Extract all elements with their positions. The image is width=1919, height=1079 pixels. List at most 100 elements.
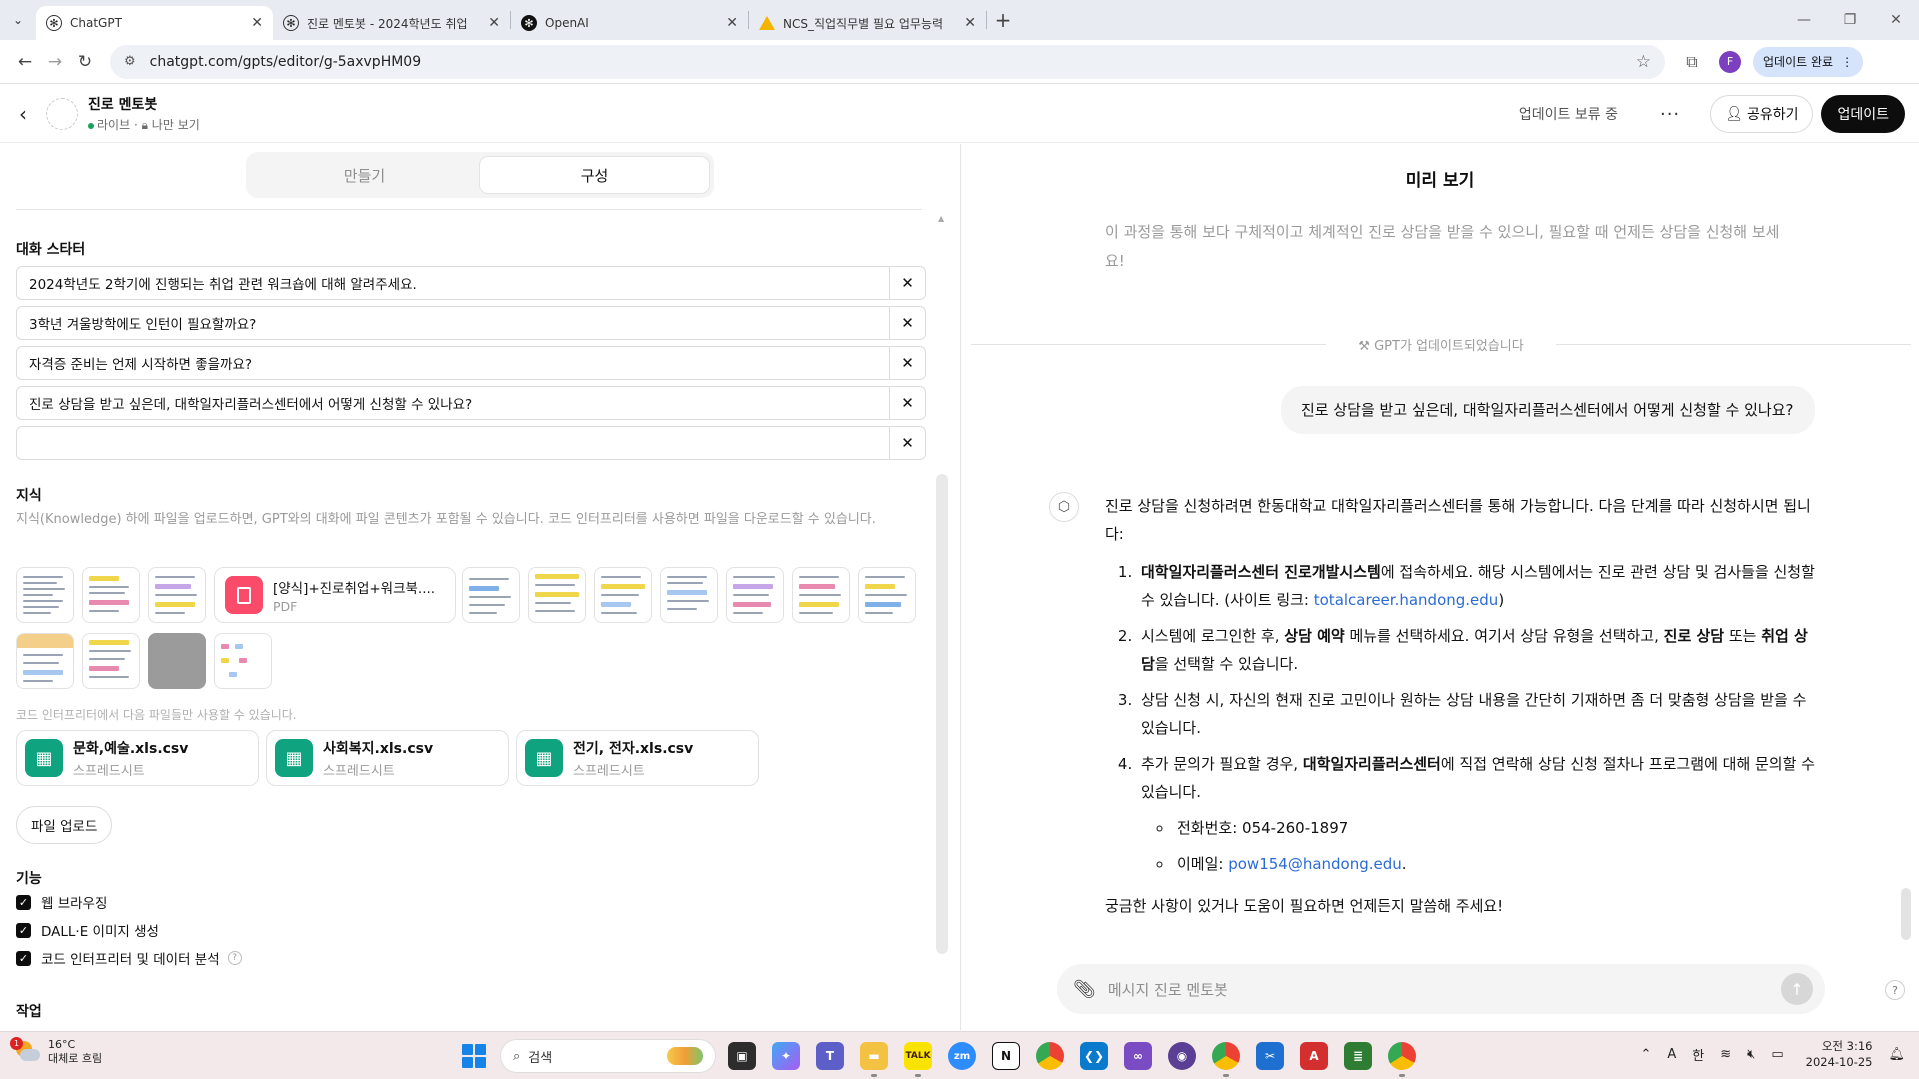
windows-start-icon[interactable] (462, 1044, 486, 1068)
capability-dalle[interactable]: ✓ DALL·E 이미지 생성 (16, 920, 159, 940)
message-composer[interactable]: 📎︎ 메시지 진로 멘토봇 ↑ (1057, 964, 1825, 1014)
starter-text[interactable]: 자격증 준비는 언제 시작하면 좋을까요? (17, 353, 889, 373)
ime-mode-indicator[interactable]: A (1667, 1047, 1676, 1062)
knowledge-file-thumbnail[interactable] (148, 633, 206, 689)
scroll-up-icon[interactable]: ▲ (938, 214, 944, 223)
site-link[interactable]: totalcareer.handong.edu (1314, 591, 1499, 609)
profile-avatar[interactable]: F (1719, 50, 1741, 73)
remove-starter-icon[interactable]: ✕ (889, 267, 925, 299)
chrome-profile-icon[interactable] (1212, 1042, 1240, 1070)
checkbox-checked-icon[interactable]: ✓ (16, 922, 31, 938)
knowledge-file-thumbnail[interactable] (528, 567, 586, 623)
tab-openai[interactable]: ✻ OpenAI ✕ (511, 6, 748, 40)
bookmark-star-icon[interactable]: ☆ (1636, 52, 1651, 72)
checkbox-checked-icon[interactable]: ✓ (16, 950, 31, 966)
battery-icon[interactable]: ▭ (1771, 1047, 1783, 1062)
tab-configure[interactable]: 구성 (479, 156, 710, 194)
language-indicator[interactable]: 한 (1692, 1045, 1704, 1064)
knowledge-file-thumbnail[interactable] (82, 567, 140, 623)
teams-icon[interactable]: T (816, 1042, 844, 1070)
vscode-icon[interactable]: ❮❯ (1080, 1042, 1108, 1070)
close-tab-icon[interactable]: ✕ (726, 15, 738, 31)
share-button[interactable]: 👤︎ 공유하기 (1710, 95, 1814, 133)
pdf-file-card[interactable]: [양식]+진로취업+워크북.... PDF (214, 567, 456, 623)
tab-career-mentor[interactable]: ✻ 진로 멘토봇 - 2024학년도 취업 ✕ (273, 6, 510, 40)
gpt-avatar[interactable] (46, 97, 78, 130)
tab-create[interactable]: 만들기 (250, 156, 479, 194)
tab-chatgpt[interactable]: ✻ ChatGPT ✕ (36, 6, 273, 40)
site-info-icon[interactable]: ⚙ (124, 54, 136, 69)
taskbar-search[interactable]: ⌕ 검색 (500, 1039, 716, 1073)
address-bar[interactable]: ⚙ chatgpt.com/gpts/editor/g-5axvpHM09 ☆ (110, 44, 1665, 79)
starter-field[interactable]: 자격증 준비는 언제 시작하면 좋을까요? ✕ (16, 346, 926, 380)
message-input[interactable]: 메시지 진로 멘토봇 (1108, 979, 1781, 1000)
speaker-muted-icon[interactable]: 🔇︎ (1747, 1047, 1755, 1062)
more-options-icon[interactable]: ··· (1660, 104, 1680, 125)
starter-field[interactable]: 2024학년도 2학기에 진행되는 취업 관련 워크숍에 대해 알려주세요. ✕ (16, 266, 926, 300)
notepad-icon[interactable]: ≣ (1344, 1042, 1372, 1070)
starter-field[interactable]: 진로 상담을 받고 싶은데, 대학일자리플러스센터에서 어떻게 신청할 수 있나… (16, 386, 926, 420)
spreadsheet-file-card[interactable]: ▦ 전기, 전자.xls.csv 스프레드시트 (516, 730, 759, 786)
task-view-icon[interactable]: ▣ (728, 1042, 756, 1070)
close-tab-icon[interactable]: ✕ (964, 15, 976, 31)
starter-text[interactable]: 진로 상담을 받고 싶은데, 대학일자리플러스센터에서 어떻게 신청할 수 있나… (17, 393, 889, 413)
preview-scrollbar[interactable] (1901, 888, 1911, 940)
copilot-icon[interactable]: ✦ (772, 1042, 800, 1070)
starter-field-empty[interactable]: ✕ (16, 426, 926, 460)
tab-search-chevron-icon[interactable]: ⌄ (0, 4, 36, 36)
upload-files-button[interactable]: 파일 업로드 (16, 806, 113, 844)
minimize-icon[interactable]: — (1781, 0, 1827, 40)
checkbox-checked-icon[interactable]: ✓ (16, 894, 31, 910)
back-chevron-icon[interactable]: ‹ (0, 102, 46, 126)
knowledge-file-thumbnail[interactable] (726, 567, 784, 623)
starter-text[interactable]: 2024학년도 2학기에 진행되는 취업 관련 워크숍에 대해 알려주세요. (17, 273, 889, 293)
starter-text[interactable]: 3학년 겨울방학에도 인턴이 필요할까요? (17, 313, 889, 333)
knowledge-file-thumbnail[interactable] (82, 633, 140, 689)
help-question-icon[interactable]: ? (1885, 980, 1905, 1000)
starter-field[interactable]: 3학년 겨울방학에도 인턴이 필요할까요? ✕ (16, 306, 926, 340)
editor-scrollbar[interactable] (936, 474, 948, 954)
tab-ncs[interactable]: NCS_직업직무별 필요 업무능력 ✕ (749, 6, 986, 40)
wifi-icon[interactable]: ≋ (1720, 1047, 1731, 1062)
notification-bell-icon[interactable]: 🔔︎ (1888, 1047, 1905, 1062)
knowledge-file-thumbnail[interactable] (462, 567, 520, 623)
weather-widget[interactable]: 1 16°C 대체로 흐림 (10, 1037, 102, 1066)
send-arrow-icon[interactable]: ↑ (1781, 973, 1813, 1005)
knowledge-file-thumbnail[interactable] (16, 633, 74, 689)
update-button[interactable]: 업데이트 (1821, 95, 1905, 133)
new-tab-button[interactable]: + (987, 8, 1019, 32)
knowledge-file-thumbnail[interactable] (16, 567, 74, 623)
kakaotalk-icon[interactable]: TALK (904, 1042, 932, 1070)
back-arrow-icon[interactable]: ← (10, 47, 40, 77)
capability-web-browsing[interactable]: ✓ 웹 브라우징 (16, 892, 107, 912)
extensions-puzzle-icon[interactable]: ⧉ (1677, 52, 1707, 72)
capability-code-interpreter[interactable]: ✓ 코드 인터프리터 및 데이터 분석 ? (16, 948, 242, 968)
clock[interactable]: 오전 3:16 2024-10-25 (1806, 1038, 1873, 1070)
help-question-icon[interactable]: ? (227, 951, 242, 965)
paperclip-icon[interactable]: 📎︎ (1073, 979, 1096, 1000)
spreadsheet-file-card[interactable]: ▦ 사회복지.xls.csv 스프레드시트 (266, 730, 509, 786)
knowledge-file-thumbnail[interactable] (594, 567, 652, 623)
acrobat-icon[interactable]: A (1300, 1042, 1328, 1070)
spreadsheet-file-card[interactable]: ▦ 문화,예술.xls.csv 스프레드시트 (16, 730, 259, 786)
file-explorer-icon[interactable]: ▬ (860, 1042, 888, 1070)
knowledge-file-thumbnail[interactable] (148, 567, 206, 623)
close-tab-icon[interactable]: ✕ (251, 15, 263, 31)
close-tab-icon[interactable]: ✕ (488, 15, 500, 31)
email-link[interactable]: pow154@handong.edu (1228, 855, 1402, 873)
visual-studio-icon[interactable]: ∞ (1124, 1042, 1152, 1070)
github-desktop-icon[interactable]: ◉ (1168, 1042, 1196, 1070)
knowledge-file-thumbnail[interactable] (660, 567, 718, 623)
forward-arrow-icon[interactable]: → (40, 47, 70, 77)
remove-starter-icon[interactable]: ✕ (889, 427, 925, 459)
remove-starter-icon[interactable]: ✕ (889, 387, 925, 419)
remove-starter-icon[interactable]: ✕ (889, 307, 925, 339)
remove-starter-icon[interactable]: ✕ (889, 347, 925, 379)
knowledge-file-thumbnail[interactable] (792, 567, 850, 623)
close-window-icon[interactable]: ✕ (1873, 0, 1919, 40)
zoom-icon[interactable]: zm (948, 1042, 976, 1070)
knowledge-file-thumbnail[interactable] (858, 567, 916, 623)
chrome-profile-icon[interactable] (1388, 1042, 1416, 1070)
knowledge-file-thumbnail[interactable] (214, 633, 272, 689)
browser-update-button[interactable]: 업데이트 완료 ⋮ (1753, 46, 1864, 77)
